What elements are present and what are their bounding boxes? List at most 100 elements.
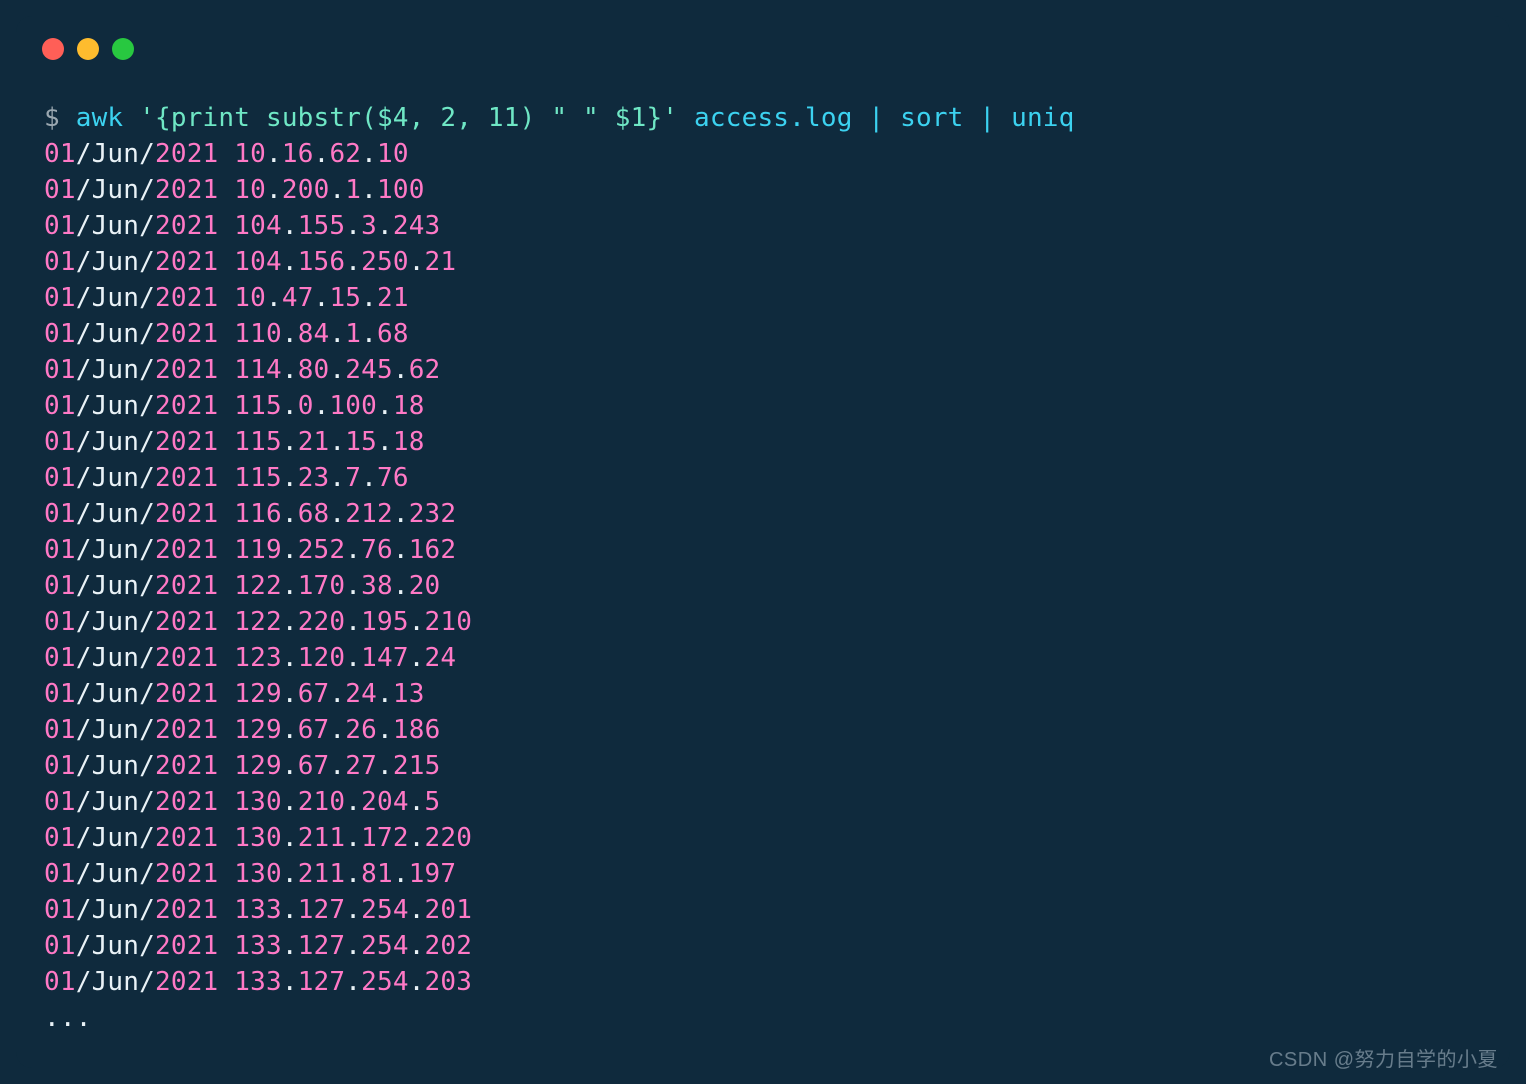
token-d1: . <box>282 535 298 565</box>
token-year: 2021 <box>155 139 218 169</box>
close-button[interactable] <box>42 38 64 60</box>
token-o4: 21 <box>425 247 457 277</box>
token-o3: 195 <box>361 607 409 637</box>
token-year: 2021 <box>155 499 218 529</box>
token-o2: 23 <box>298 463 330 493</box>
token-sep1: /Jun/ <box>76 139 155 169</box>
token-d3: . <box>393 571 409 601</box>
token-sp <box>218 931 234 961</box>
token-o3: 26 <box>345 715 377 745</box>
token-d2: . <box>329 679 345 709</box>
output-line: 01/Jun/2021 129.67.27.215 <box>44 748 1510 784</box>
token-sp <box>218 463 234 493</box>
token-d1: . <box>282 967 298 997</box>
token-o3: 147 <box>361 643 409 673</box>
output-line: 01/Jun/2021 133.127.254.202 <box>44 928 1510 964</box>
token-o4: 62 <box>409 355 441 385</box>
token-day: 01 <box>44 535 76 565</box>
token-year: 2021 <box>155 319 218 349</box>
token-d3: . <box>409 643 425 673</box>
token-d1: . <box>282 571 298 601</box>
token-sep1: /Jun/ <box>76 967 155 997</box>
token-year: 2021 <box>155 247 218 277</box>
token-d3: . <box>361 139 377 169</box>
token-d2: . <box>345 571 361 601</box>
zoom-button[interactable] <box>112 38 134 60</box>
token-day: 01 <box>44 391 76 421</box>
token-d3: . <box>409 967 425 997</box>
output-line: 01/Jun/2021 104.155.3.243 <box>44 208 1510 244</box>
token-d1: . <box>282 679 298 709</box>
token-sep1: /Jun/ <box>76 895 155 925</box>
token-day: 01 <box>44 715 76 745</box>
token-d3: . <box>377 391 393 421</box>
token-day: 01 <box>44 319 76 349</box>
token-o1: 122 <box>234 571 282 601</box>
token-o4: 76 <box>377 463 409 493</box>
token-o3: 204 <box>361 787 409 817</box>
token-o3: 7 <box>345 463 361 493</box>
token-o1: 119 <box>234 535 282 565</box>
minimize-button[interactable] <box>77 38 99 60</box>
token-o1: 10 <box>234 283 266 313</box>
token-d1: . <box>282 463 298 493</box>
token-d1: . <box>282 715 298 745</box>
token-d2: . <box>345 535 361 565</box>
token-d1: . <box>282 895 298 925</box>
token-year: 2021 <box>155 391 218 421</box>
token-o4: 13 <box>393 679 425 709</box>
token-o2: 200 <box>282 175 330 205</box>
token-day: 01 <box>44 823 76 853</box>
token-d2: . <box>329 175 345 205</box>
output-line: 01/Jun/2021 10.16.62.10 <box>44 136 1510 172</box>
token-o1: 10 <box>234 175 266 205</box>
token-o2: 21 <box>298 427 330 457</box>
token-day: 01 <box>44 895 76 925</box>
token-sp <box>218 211 234 241</box>
terminal-window: $ awk '{print substr($4, 2, 11) " " $1}'… <box>16 16 1510 1068</box>
token-o1: 115 <box>234 427 282 457</box>
token-year: 2021 <box>155 535 218 565</box>
token-d2: . <box>329 427 345 457</box>
token-d2: . <box>329 319 345 349</box>
token-d1: . <box>282 247 298 277</box>
token-sep1: /Jun/ <box>76 427 155 457</box>
token-o3: 27 <box>345 751 377 781</box>
token-o3: 172 <box>361 823 409 853</box>
output-line: 01/Jun/2021 110.84.1.68 <box>44 316 1510 352</box>
token-year: 2021 <box>155 823 218 853</box>
token-o4: 186 <box>393 715 441 745</box>
token-sep1: /Jun/ <box>76 751 155 781</box>
terminal-content[interactable]: $ awk '{print substr($4, 2, 11) " " $1}'… <box>16 60 1510 1036</box>
token-d1: . <box>266 175 282 205</box>
token-o4: 18 <box>393 391 425 421</box>
token-d1: . <box>282 391 298 421</box>
token-d3: . <box>361 175 377 205</box>
token-o3: 81 <box>361 859 393 889</box>
token-day: 01 <box>44 967 76 997</box>
token-day: 01 <box>44 787 76 817</box>
output-line: 01/Jun/2021 130.211.81.197 <box>44 856 1510 892</box>
token-sep1: /Jun/ <box>76 535 155 565</box>
token-sp <box>218 499 234 529</box>
output-line: 01/Jun/2021 130.211.172.220 <box>44 820 1510 856</box>
token-o3: 3 <box>361 211 377 241</box>
token-o1: 114 <box>234 355 282 385</box>
token-d3: . <box>393 859 409 889</box>
token-d1: . <box>282 859 298 889</box>
watermark-text: CSDN @努力自学的小夏 <box>1269 1043 1498 1072</box>
token-sep1: /Jun/ <box>76 679 155 709</box>
token-o2: 84 <box>298 319 330 349</box>
token-o4: 203 <box>425 967 473 997</box>
token-d1: . <box>282 499 298 529</box>
token-sp <box>218 787 234 817</box>
token-year: 2021 <box>155 895 218 925</box>
output-line: 01/Jun/2021 130.210.204.5 <box>44 784 1510 820</box>
token-o1: 133 <box>234 931 282 961</box>
token-d1: . <box>282 211 298 241</box>
token-o2: 156 <box>298 247 346 277</box>
token-o3: 15 <box>345 427 377 457</box>
token-d2: . <box>345 895 361 925</box>
token-o3: 100 <box>329 391 377 421</box>
token-d2: . <box>329 751 345 781</box>
